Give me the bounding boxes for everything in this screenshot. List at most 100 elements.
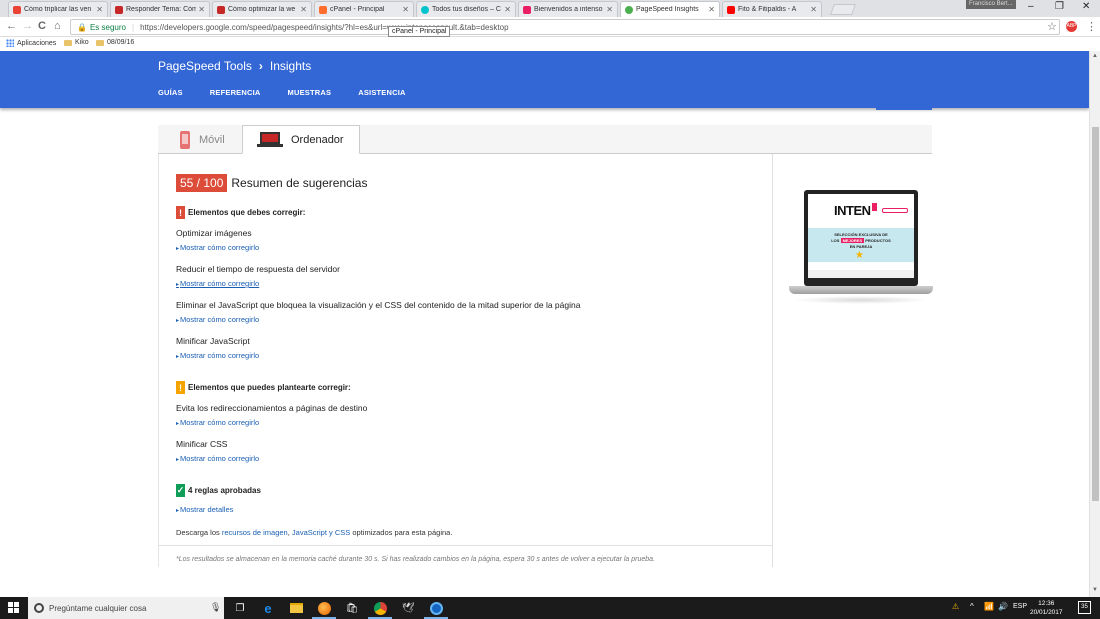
- tab-tooltip: cPanel - Principal: [388, 26, 451, 37]
- cache-footnote: *Los resultados se almacenan en la memor…: [176, 556, 656, 563]
- close-tab-icon[interactable]: ✕: [606, 5, 613, 14]
- tray-expand-icon[interactable]: ^: [970, 602, 974, 611]
- bookmark-apps[interactable]: Aplicaciones: [6, 39, 56, 47]
- triangle-right-icon: ▸: [176, 421, 180, 427]
- task-view-icon[interactable]: ❐: [232, 600, 248, 616]
- rule-name: Optimizar imágenes: [176, 228, 252, 238]
- folder-icon: [64, 39, 72, 46]
- browser-menu-icon[interactable]: ⋮: [1086, 20, 1097, 33]
- nav-referencia[interactable]: REFERENCIA: [210, 88, 261, 97]
- forward-button[interactable]: →: [22, 20, 33, 32]
- bookmark-folder-date[interactable]: 08/09/16: [96, 39, 134, 46]
- pagespeed-icon: [625, 5, 633, 14]
- secure-label: Es seguro: [89, 22, 126, 32]
- js-css-link[interactable]: JavaScript y CSS: [292, 528, 350, 537]
- cortana-search-box[interactable]: Pregúntame cualquier cosa 🎙: [28, 597, 224, 619]
- browser-tab[interactable]: Responder Tema: Cóm ✕: [110, 1, 210, 17]
- close-tab-icon[interactable]: ✕: [402, 5, 409, 14]
- close-tab-icon[interactable]: ✕: [708, 5, 715, 14]
- file-explorer-icon[interactable]: [288, 600, 304, 616]
- scroll-up-icon[interactable]: ▲: [1092, 53, 1098, 59]
- show-fix-link[interactable]: ▸Mostrar cómo corregirlo: [176, 243, 259, 252]
- folder-icon: [96, 39, 104, 46]
- close-tab-icon[interactable]: ✕: [504, 5, 511, 14]
- restore-button[interactable]: ❐: [1055, 1, 1064, 12]
- show-fix-link[interactable]: ▸Mostrar cómo corregirlo: [176, 454, 259, 463]
- close-tab-icon[interactable]: ✕: [300, 5, 307, 14]
- image-resources-link[interactable]: recursos de imagen: [222, 528, 288, 537]
- url-text: https://developers.google.com/speed/page…: [140, 22, 509, 32]
- nav-guias[interactable]: GUÍAS: [158, 88, 183, 97]
- browser-tab[interactable]: Fito & Fitipaldis - A ✕: [722, 1, 822, 17]
- nav-asistencia[interactable]: ASISTENCIA: [358, 88, 405, 97]
- scroll-down-icon[interactable]: ▼: [1092, 587, 1098, 593]
- close-tab-icon[interactable]: ✕: [810, 5, 817, 14]
- show-details-link[interactable]: ▸Mostrar detalles: [176, 505, 233, 514]
- summary-heading: Resumen de sugerencias: [231, 176, 368, 190]
- browser-tab[interactable]: Bienvenidos a intenso ✕: [518, 1, 618, 17]
- close-tab-icon[interactable]: ✕: [198, 5, 205, 14]
- chrome-icon[interactable]: [368, 600, 392, 619]
- page-scrollbar[interactable]: ▲ ▼: [1089, 51, 1100, 597]
- site-search-box: [882, 208, 908, 213]
- scrollbar-thumb[interactable]: [1092, 127, 1099, 501]
- edge-icon[interactable]: e: [260, 600, 276, 616]
- browser-tab[interactable]: Cómo optimizar la we ✕: [212, 1, 312, 17]
- show-fix-link[interactable]: ▸Mostrar cómo corregirlo: [176, 315, 259, 324]
- star-icon: ★: [855, 250, 864, 261]
- adblock-extension-icon[interactable]: ABP: [1066, 21, 1077, 32]
- site-banner: SELECCIÓN EXCLUSIVA DE LOS MEJORES PRODU…: [808, 228, 914, 262]
- system-clock[interactable]: 12:36 20/01/2017: [1030, 599, 1063, 617]
- cpanel-icon: [319, 5, 327, 14]
- home-button[interactable]: ⌂: [54, 20, 61, 32]
- bookmark-folder-kiko[interactable]: Kiko: [64, 39, 89, 46]
- network-icon[interactable]: 📶: [984, 602, 994, 611]
- show-fix-link[interactable]: ▸Mostrar cómo corregirlo: [176, 351, 259, 360]
- show-fix-link[interactable]: ▸Mostrar cómo corregirlo: [176, 418, 259, 427]
- bird-app-icon[interactable]: 🕊: [400, 600, 416, 616]
- notification-center-icon[interactable]: 35: [1078, 601, 1091, 614]
- windows-start-icon[interactable]: [8, 602, 20, 614]
- browser-tab-active[interactable]: PageSpeed Insights ✕: [620, 1, 720, 17]
- site-logo: INTEN: [834, 203, 877, 218]
- youtube-icon: [727, 5, 735, 14]
- triangle-right-icon: ▸: [176, 508, 180, 514]
- bookmark-star-icon[interactable]: ☆: [1047, 20, 1057, 33]
- browser-tab[interactable]: Todos tus diseños – C ✕: [416, 1, 516, 17]
- score-badge: 55 / 100: [176, 174, 228, 192]
- device-tabs: Móvil Ordenador: [158, 125, 932, 154]
- pagespeed-tools-link[interactable]: PageSpeed Tools: [158, 59, 252, 73]
- triangle-right-icon: ▸: [176, 282, 180, 288]
- close-window-button[interactable]: ✕: [1082, 1, 1090, 12]
- rule-name: Minificar JavaScript: [176, 336, 250, 346]
- reload-button[interactable]: C: [38, 20, 46, 32]
- address-bar[interactable]: 🔒 Es seguro | https://developers.google.…: [70, 19, 1060, 35]
- new-tab-button[interactable]: [829, 4, 857, 15]
- minimize-button[interactable]: –: [1028, 1, 1034, 12]
- microphone-icon[interactable]: 🎙: [210, 602, 221, 613]
- triangle-right-icon: ▸: [176, 246, 180, 252]
- lock-icon: 🔒: [77, 22, 87, 32]
- firefox-icon[interactable]: [312, 600, 336, 619]
- browser-tab[interactable]: Cómo triplicar las ven ✕: [8, 1, 108, 17]
- tab-ordenador[interactable]: Ordenador: [242, 125, 360, 154]
- volume-icon[interactable]: 🔊: [998, 602, 1008, 611]
- apps-grid-icon: [6, 39, 14, 47]
- language-indicator[interactable]: ESP: [1013, 603, 1027, 610]
- analyze-button-edge[interactable]: [876, 108, 932, 110]
- warning-tray-icon[interactable]: ⚠: [952, 602, 959, 611]
- user-profile-badge[interactable]: Francisco Bert...: [966, 0, 1016, 9]
- back-button[interactable]: ←: [6, 20, 17, 32]
- tab-movil[interactable]: Móvil: [180, 125, 225, 154]
- bookmarks-bar: Aplicaciones Kiko 08/09/16: [0, 37, 1100, 51]
- store-icon[interactable]: 🛍: [344, 600, 360, 616]
- show-fix-link[interactable]: ▸Mostrar cómo corregirlo: [176, 279, 259, 288]
- canva-icon: [421, 5, 429, 14]
- passed-rules-heading: ✓ 4 reglas aprobadas: [176, 484, 261, 497]
- nav-muestras[interactable]: MUESTRAS: [288, 88, 332, 97]
- rule-name: Minificar CSS: [176, 439, 228, 449]
- insights-title: Insights: [269, 59, 312, 73]
- close-tab-icon[interactable]: ✕: [96, 5, 103, 14]
- browser-tab[interactable]: cPanel - Principal ✕: [314, 1, 414, 17]
- circle-app-icon[interactable]: [424, 600, 448, 619]
